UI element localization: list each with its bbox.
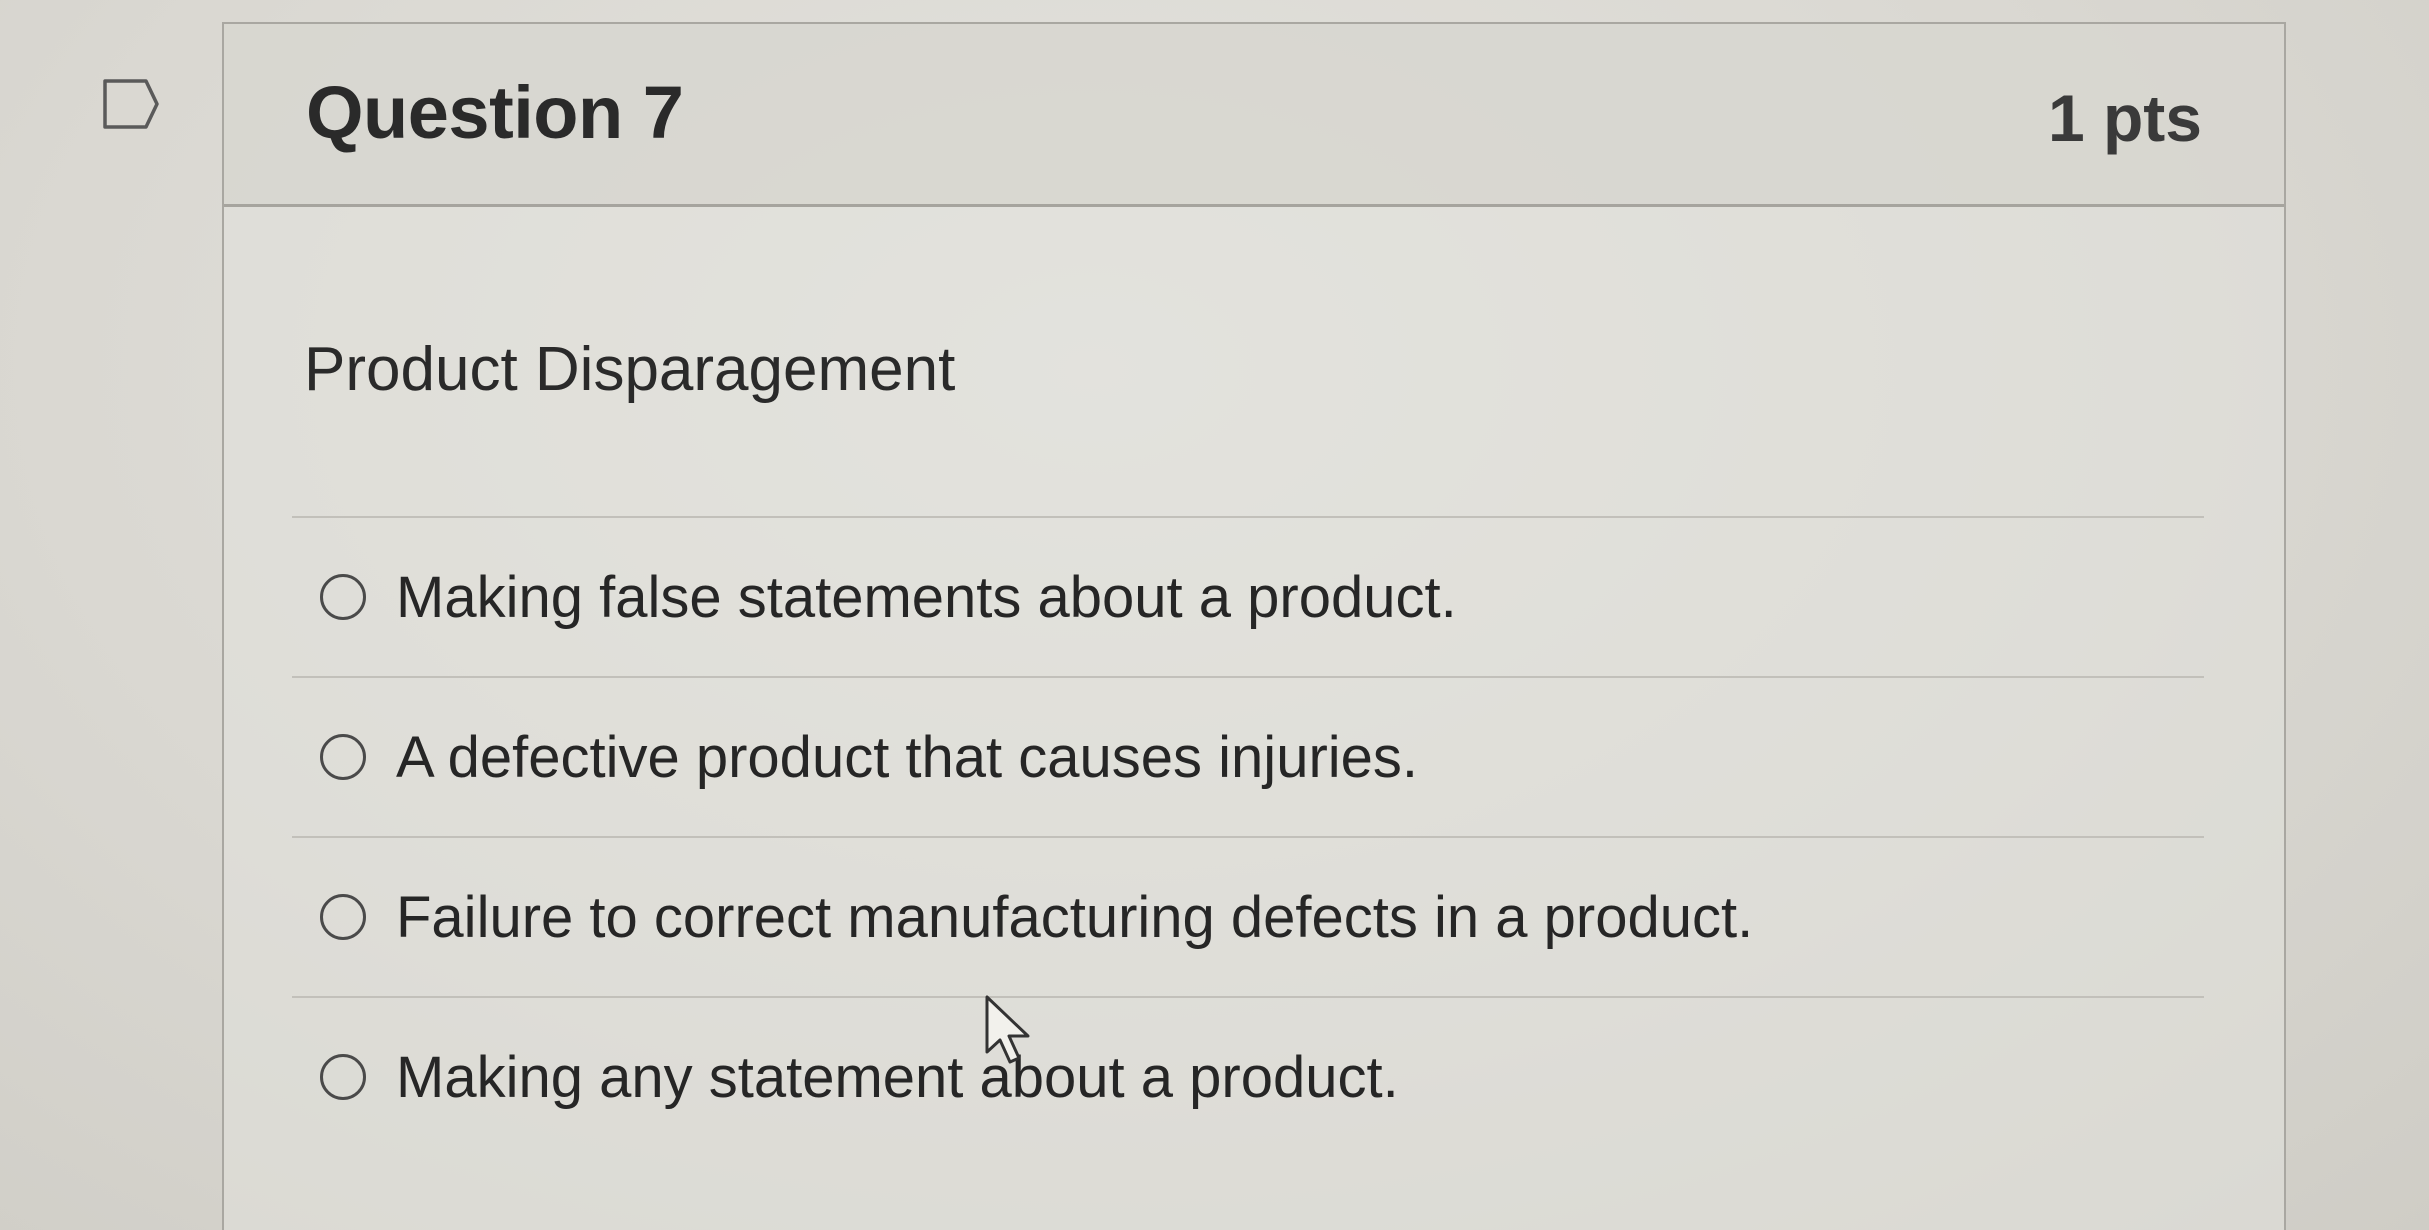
question-card: Question 7 1 pts Product Disparagement M… bbox=[222, 22, 2286, 1230]
question-text: Product Disparagement bbox=[304, 335, 956, 404]
quiz-page: Question 7 1 pts Product Disparagement M… bbox=[0, 0, 2429, 1230]
answer-label[interactable]: Making any statement about a product. bbox=[396, 1044, 1399, 1111]
answer-label[interactable]: A defective product that causes injuries… bbox=[396, 724, 1418, 791]
question-title: Question 7 bbox=[306, 71, 684, 154]
answer-option[interactable]: Making false statements about a product. bbox=[292, 518, 2204, 676]
answer-option[interactable]: A defective product that causes injuries… bbox=[292, 678, 2204, 836]
question-header: Question 7 1 pts bbox=[224, 24, 2284, 207]
answer-label[interactable]: Failure to correct manufacturing defects… bbox=[396, 884, 1753, 951]
answer-option[interactable]: Making any statement about a product. bbox=[292, 998, 2204, 1156]
question-points: 1 pts bbox=[2047, 81, 2202, 155]
radio-button[interactable] bbox=[320, 1054, 366, 1100]
answer-option[interactable]: Failure to correct manufacturing defects… bbox=[292, 838, 2204, 996]
flag-question-icon[interactable] bbox=[102, 78, 160, 130]
radio-button[interactable] bbox=[320, 574, 366, 620]
radio-button[interactable] bbox=[320, 894, 366, 940]
answer-list: Making false statements about a product.… bbox=[292, 516, 2204, 1156]
answer-label[interactable]: Making false statements about a product. bbox=[396, 564, 1457, 631]
radio-button[interactable] bbox=[320, 734, 366, 780]
